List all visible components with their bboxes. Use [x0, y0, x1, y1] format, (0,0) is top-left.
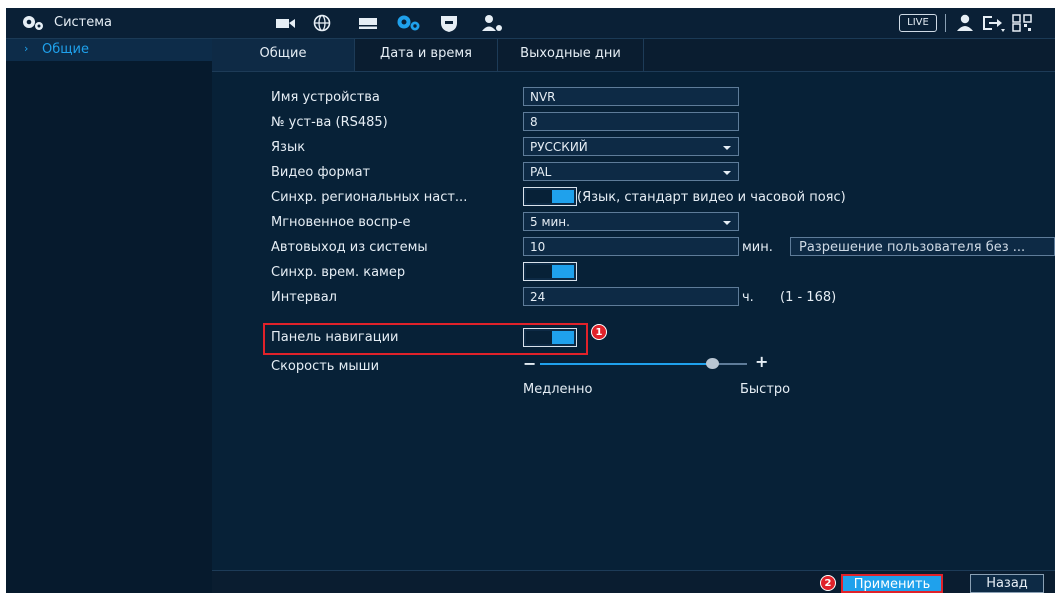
sidebar: › Общие — [6, 39, 212, 593]
tab-holidays[interactable]: Выходные дни — [498, 39, 644, 71]
callout-badge-2: 2 — [820, 575, 836, 591]
nav-panel-toggle[interactable] — [523, 328, 577, 347]
language-label: Язык — [271, 140, 306, 155]
auto-logout-label: Автовыход из системы — [271, 240, 428, 255]
slider-fast-label: Быстро — [740, 382, 791, 397]
qr-icon[interactable] — [1011, 13, 1033, 33]
user-icon[interactable] — [955, 13, 975, 33]
slider-minus-icon[interactable]: − — [523, 354, 536, 373]
camera-time-sync-toggle[interactable] — [523, 262, 577, 281]
sidebar-item-label: Общие — [42, 42, 89, 57]
video-format-select[interactable]: PAL — [523, 162, 739, 181]
interval-unit: ч. — [742, 290, 754, 305]
apply-button[interactable]: Применить — [841, 574, 943, 593]
header-divider — [945, 14, 946, 32]
settings-panel: Общие Дата и время Выходные дни Имя устр… — [212, 39, 1055, 593]
device-no-label: № уст-ва (RS485) — [271, 115, 388, 130]
storage-icon[interactable] — [356, 13, 380, 33]
nav-panel-label: Панель навигации — [271, 330, 399, 345]
slider-slow-label: Медленно — [523, 382, 593, 397]
toggle-knob — [552, 265, 574, 278]
top-bar: Система LIVE — [6, 8, 1055, 39]
account-icon[interactable] — [480, 13, 504, 33]
tab-date-time[interactable]: Дата и время — [355, 39, 498, 71]
toggle-track — [526, 190, 552, 203]
region-sync-toggle[interactable] — [523, 187, 577, 206]
mouse-speed-label: Скорость мыши — [271, 359, 380, 374]
auto-logout-input[interactable]: 10 — [523, 237, 739, 256]
window-title: Система — [54, 15, 113, 30]
chevron-right-icon: › — [24, 42, 29, 55]
language-select[interactable]: РУССКИЙ — [523, 137, 739, 156]
toggle-knob — [552, 190, 574, 203]
camera-icon[interactable] — [274, 13, 296, 33]
video-format-label: Видео формат — [271, 165, 371, 180]
user-permission-button[interactable]: Разрешение пользователя без ... — [790, 237, 1055, 256]
interval-range: (1 - 168) — [780, 290, 837, 305]
camera-time-sync-label: Синхр. врем. камер — [271, 265, 406, 280]
mouse-speed-slider-knob[interactable] — [706, 358, 719, 369]
tab-bar: Общие Дата и время Выходные дни — [212, 39, 1055, 72]
interval-input[interactable]: 24 — [523, 287, 739, 306]
region-sync-note: (Язык, стандарт видео и часовой пояс) — [577, 190, 846, 205]
interval-label: Интервал — [271, 290, 337, 305]
back-button[interactable]: Назад — [970, 574, 1044, 593]
instant-playback-select[interactable]: 5 мин. — [523, 212, 739, 231]
action-bar: 2 Применить Назад — [212, 570, 1055, 593]
toggle-track — [526, 265, 552, 278]
region-sync-label: Синхр. региональных наст... — [271, 190, 468, 205]
live-view-button[interactable]: LIVE — [899, 14, 937, 32]
settings-gears-icon — [23, 16, 43, 30]
sidebar-item-general[interactable]: › Общие — [6, 39, 212, 61]
security-icon[interactable] — [438, 13, 460, 33]
nvr-settings-window: Система LIVE › Общие Общие Дата и время … — [6, 8, 1055, 593]
device-name-input[interactable]: NVR — [523, 87, 739, 106]
logout-icon[interactable] — [980, 13, 1006, 33]
auto-logout-unit: мин. — [742, 240, 773, 255]
tab-general[interactable]: Общие — [212, 39, 355, 71]
toggle-track — [526, 331, 552, 344]
toggle-knob — [552, 331, 574, 344]
slider-plus-icon[interactable]: + — [755, 352, 768, 371]
device-no-input[interactable]: 8 — [523, 112, 739, 131]
system-icon[interactable] — [394, 13, 422, 33]
device-name-label: Имя устройства — [271, 90, 380, 105]
network-icon[interactable] — [311, 13, 333, 33]
slider-track-filled — [540, 363, 710, 365]
callout-badge-1: 1 — [591, 324, 607, 340]
instant-playback-label: Мгновенное воспр-е — [271, 215, 411, 230]
